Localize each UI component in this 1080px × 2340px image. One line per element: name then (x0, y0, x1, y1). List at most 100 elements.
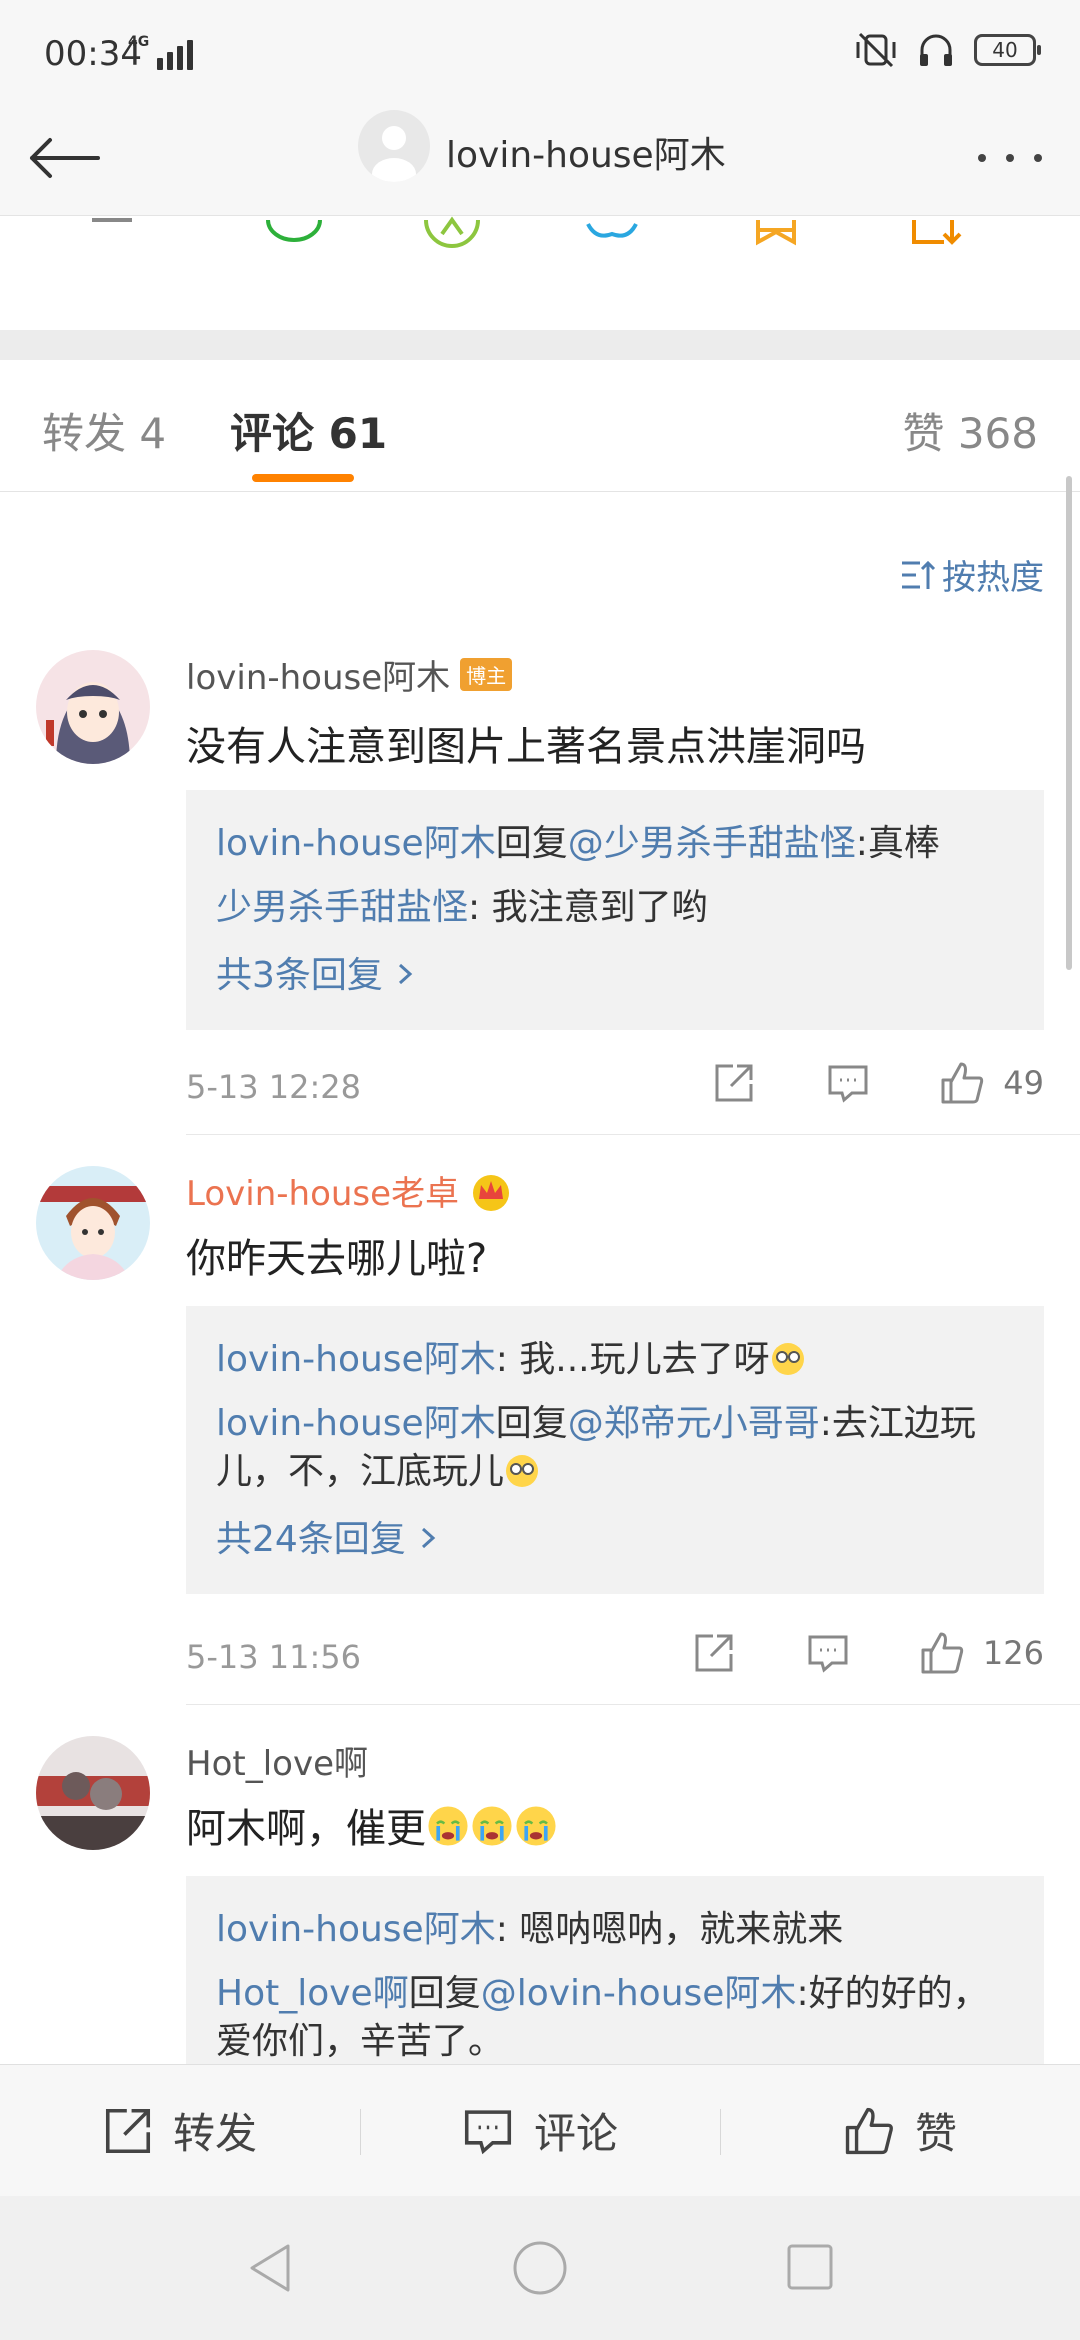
reply-comment-button[interactable] (805, 1630, 851, 1676)
section-gap (0, 330, 1080, 360)
back-button[interactable] (24, 122, 104, 194)
avatar[interactable] (36, 1736, 150, 1850)
anime-girl-avatar (36, 650, 150, 764)
crying-emoji-icon (516, 1806, 556, 1846)
like-comment-button[interactable] (919, 1630, 965, 1676)
more-dot (978, 154, 986, 162)
repost-icon (105, 2108, 151, 2153)
chevron-right-icon (399, 963, 413, 985)
sort-button[interactable]: 按热度 (900, 550, 1044, 599)
thumbs-up-icon (941, 1062, 984, 1104)
comment-actions: 126 (623, 1630, 1044, 1676)
comment-author[interactable]: Hot_love啊 (186, 1736, 368, 1785)
nav-home-icon[interactable] (512, 2240, 568, 2296)
tab-likes[interactable]: 赞 368 (902, 400, 1038, 461)
download-icon (912, 220, 962, 245)
status-bar: 00:34 4G 40 (0, 0, 1080, 100)
author-badge: 博主 (460, 658, 513, 691)
view-more-replies[interactable]: 共24条回复 (216, 1508, 1014, 1572)
moments-icon (424, 216, 480, 248)
default-avatar-icon (372, 126, 416, 182)
like-label: 赞 (914, 2109, 957, 2158)
reply-box[interactable]: lovin-house阿木: 嗯呐嗯呐，就来就来 Hot_love啊回复@lov… (186, 1876, 1044, 2066)
arrow-left-icon (30, 138, 100, 178)
glasses-emoji-icon (506, 1455, 539, 1487)
comment-text: 你昨天去哪儿啦? (186, 1236, 488, 1282)
comment-time: 5-13 11:56 (186, 1638, 362, 1676)
author-name: Hot_love啊 (186, 1744, 368, 1784)
interaction-tabs: 转发 4 评论 61 赞 368 (0, 360, 1080, 492)
wechat-icon (266, 219, 322, 242)
crying-emoji-icon (472, 1806, 512, 1846)
repost-button[interactable]: 转发 (0, 2065, 360, 2196)
crown-icon (473, 1174, 510, 1211)
signal-icon: 4G (128, 34, 194, 70)
reply-user[interactable]: 少男杀手甜盐怪 (216, 887, 468, 928)
like-count: 126 (982, 1634, 1044, 1672)
more-button[interactable] (970, 130, 1050, 186)
reply-box[interactable]: lovin-house阿木: 我...玩儿去了呀 lovin-house阿木回复… (186, 1306, 1044, 1594)
thumbs-up-icon (921, 1632, 964, 1674)
view-more-replies[interactable]: 共3条回复 (216, 944, 1014, 1008)
header-title[interactable]: lovin-house阿木 (446, 126, 726, 178)
system-nav-bar (0, 2196, 1080, 2340)
nav-recents-icon[interactable] (786, 2240, 834, 2296)
divider (186, 1704, 1080, 1705)
chevron-right-icon (422, 1527, 436, 1549)
comment-time: 5-13 12:28 (186, 1068, 362, 1106)
headphones-icon (920, 34, 952, 66)
author-name: Lovin-house老卓 (186, 1174, 460, 1214)
reply-line: 少男杀手甜盐怪: 我注意到了哟 (216, 887, 708, 928)
glasses-emoji-icon (771, 1343, 804, 1375)
scrollbar[interactable] (1066, 476, 1072, 970)
reply-comment-button[interactable] (825, 1060, 871, 1106)
reply-user[interactable]: lovin-house阿木 (216, 823, 496, 864)
vibrate-mute-icon (856, 32, 896, 68)
repost-label: 转发 (172, 2109, 257, 2158)
anime-boy-avatar (36, 1166, 150, 1280)
avatar[interactable] (36, 650, 150, 764)
tab-comments[interactable]: 评论 61 (230, 400, 387, 461)
comment-icon (808, 1635, 848, 1673)
tab-repost[interactable]: 转发 4 (42, 400, 166, 461)
like-count: 49 (1003, 1064, 1044, 1102)
more-dot (1034, 154, 1042, 162)
header-avatar[interactable] (358, 110, 430, 182)
status-icons: 40 (854, 30, 1041, 70)
network-type: 4G (128, 34, 150, 50)
avatar[interactable] (36, 1166, 150, 1280)
reply-box[interactable]: lovin-house阿木回复@少男杀手甜盐怪:真棒 少男杀手甜盐怪: 我注意到… (186, 790, 1044, 1030)
comment-icon (464, 2109, 512, 2154)
author-name: lovin-house阿木 (186, 658, 451, 698)
comment-author[interactable]: Lovin-house老卓 (186, 1166, 513, 1215)
bottom-action-bar: 转发 评论 赞 (0, 2064, 1080, 2196)
reply-target[interactable]: @少男杀手甜盐怪 (568, 823, 856, 864)
sort-icon (902, 560, 936, 589)
repost-comment-button[interactable] (711, 1060, 757, 1106)
reply-target[interactable]: @郑帝元小哥哥 (568, 1403, 820, 1444)
comment-author[interactable]: lovin-house阿木 博主 (186, 650, 513, 699)
post-actions-partial (0, 216, 1080, 330)
divider (186, 1134, 1080, 1135)
battery-icon: 40 (974, 34, 1041, 66)
comment-label: 评论 (533, 2109, 618, 2158)
comment-actions: 49 (643, 1060, 1044, 1106)
top-header: lovin-house阿木 (0, 100, 1080, 216)
like-comment-button[interactable] (939, 1060, 985, 1106)
like-button[interactable]: 赞 (720, 2065, 1080, 2196)
reply-line: lovin-house阿木: 我...玩儿去了呀 (216, 1328, 1014, 1392)
reply-target[interactable]: @lovin-house阿木 (481, 1973, 797, 2014)
repost-comment-button[interactable] (691, 1630, 737, 1676)
comment-button[interactable]: 评论 (360, 2065, 720, 2196)
reply-user[interactable]: Hot_love啊 (216, 1973, 409, 2014)
comment-icon (828, 1065, 868, 1103)
reply-user[interactable]: lovin-house阿木 (216, 1909, 496, 1950)
more-dot (1006, 154, 1014, 162)
qq-icon (586, 223, 638, 238)
nav-back-icon[interactable] (244, 2240, 296, 2296)
reply-user[interactable]: lovin-house阿木 (216, 1339, 496, 1380)
comment-text: 阿木啊，催更 (186, 1796, 558, 1854)
comment-text: 没有人注意到图片上著名景点洪崖洞吗 (186, 724, 866, 770)
reply-user[interactable]: lovin-house阿木 (216, 1403, 496, 1444)
favorite-icon (756, 220, 796, 246)
